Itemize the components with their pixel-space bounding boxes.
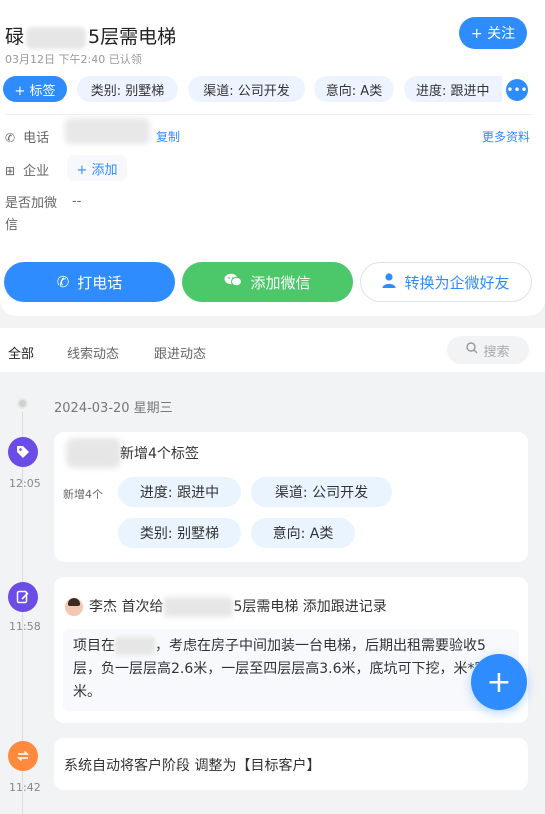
call-button[interactable]: ✆ 打电话 [4,262,175,302]
lead-header-card: 碌 5层需电梯 03月12日 下午2:40 已认领 + 关注 + 标签 类别: 别… [0,0,545,316]
redacted-avatar [66,438,121,468]
avatar [65,598,83,616]
tag-category[interactable]: 类别: 别墅梯 [77,76,178,102]
tag-pill: 渠道: 公司开发 [251,477,392,507]
event-title: 李杰 首次给 5层需电梯 添加跟进记录 [89,596,387,617]
event-time: 12:05 [9,477,41,490]
new-tags-label: 新增4个 [63,488,103,501]
redacted-name [26,26,87,49]
timeline-date-dot [17,398,28,409]
activity-tabs: 全部 线索动态 跟进动态 搜索 [0,328,545,372]
event-time: 11:58 [9,620,41,633]
tag-icon [8,437,38,467]
tag-pill: 意向: A类 [251,518,355,548]
title-prefix: 首次给 [121,599,164,615]
convert-wecom-button[interactable]: 转换为企微好友 [360,262,532,302]
claim-status: 03月12日 下午2:40 已认领 [5,53,142,66]
company-label: 企业 [23,164,50,179]
page-title: 碌 5层需电梯 [5,22,176,49]
wechat-icon [224,273,243,291]
wechat-label: 添加微信 [250,273,311,292]
search-icon [466,342,478,358]
call-label: 打电话 [77,273,123,292]
redacted-phone [65,118,150,144]
more-info-link[interactable]: 更多资料 [482,128,530,145]
tag-progress[interactable]: 进度: 跟进中 [404,76,502,102]
tag-intent[interactable]: 意向: A类 [314,76,394,102]
timeline-date: 2024-03-20 星期三 [54,401,173,416]
phone-row-label: ✆ 电话 [5,127,49,146]
timeline-card-stage: 系统自动将客户阶段 调整为【目标客户】 [54,738,528,790]
add-followup-fab[interactable]: + [471,654,527,710]
event-time: 11:42 [9,781,41,794]
title-suffix: 5层需电梯 [88,26,177,48]
title-prefix: 碌 [5,26,25,48]
search-placeholder: 搜索 [483,344,510,360]
search-input[interactable]: 搜索 [447,336,529,364]
wechat-added-value: -- [72,194,82,209]
person-icon [382,272,396,292]
user-name: 李杰 [89,599,117,615]
timeline-card-followup: 李杰 首次给 5层需电梯 添加跟进记录 项目在 ，考虑在房子中间加装一台电梯，后期出… [54,577,528,723]
tab-all[interactable]: 全部 [8,343,34,362]
title-suffix: 5层需电梯 添加跟进记录 [233,599,387,615]
add-wechat-button[interactable]: 添加微信 [182,262,353,302]
company-row-label: ⊞ 企业 [5,160,49,179]
redacted-text [115,637,155,655]
wechat-added-label: 是否加微信 [5,196,58,233]
more-dots-icon[interactable]: ••• [506,79,528,101]
phone-icon: ✆ [5,131,16,145]
tag-pill: 类别: 别墅梯 [118,518,241,548]
event-title: 新增4个标签 [120,446,199,462]
phone-label: 电话 [23,131,50,146]
tags-row: + 标签 类别: 别墅梯 渠道: 公司开发 意向: A类 进度: 跟进中 ••• [0,74,545,104]
phone-icon: ✆ [56,273,70,291]
tab-followup-activity[interactable]: 跟进动态 [154,343,206,362]
swap-icon [8,741,38,771]
tag-channel[interactable]: 渠道: 公司开发 [188,76,305,102]
divider [5,114,533,115]
add-company-button[interactable]: + 添加 [67,155,127,181]
add-tag-button[interactable]: + 标签 [3,76,67,102]
follow-button[interactable]: + 关注 [459,17,527,49]
tag-pill: 进度: 跟进中 [118,477,241,507]
edit-note-icon [8,582,38,612]
followup-note: 项目在 ，考虑在房子中间加装一台电梯，后期出租需要验收5层，负一层层高2.6米，一… [63,629,519,711]
convert-label: 转换为企微好友 [404,273,510,292]
tab-lead-activity[interactable]: 线索动态 [67,343,119,362]
redacted-name [163,597,234,617]
building-icon: ⊞ [5,164,16,178]
event-title: 系统自动将客户阶段 调整为【目标客户】 [64,758,321,774]
timeline-card-tags: 新增4个标签 新增4个 进度: 跟进中 渠道: 公司开发 类别: 别墅梯 意向:… [54,432,528,562]
copy-phone-link[interactable]: 复制 [156,128,180,145]
note-prefix: 项目在 [73,638,115,654]
